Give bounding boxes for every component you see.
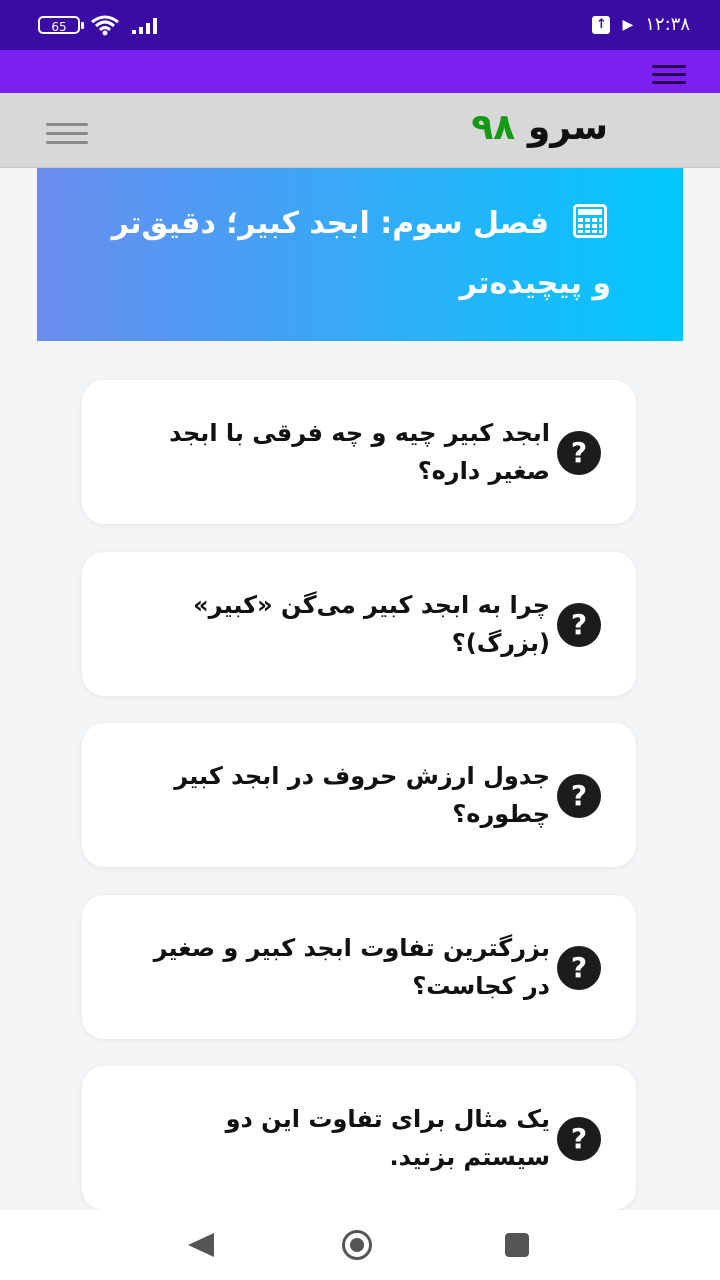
chapter-banner: فصل سوم: ابجد کبیر؛ دقیق‌تر و پیچیده‌تر <box>37 168 683 341</box>
svg-text:?: ? <box>571 436 587 469</box>
recents-icon[interactable] <box>505 1233 529 1257</box>
svg-text:?: ? <box>571 951 587 984</box>
question-card[interactable]: ? بزرگترین تفاوت ابجد کبیر و صغیر در کجا… <box>82 895 636 1039</box>
question-text: چرا به ابجد کبیر می‌گن «کبیر» (بزرگ)؟ <box>193 591 550 657</box>
battery-icon: 65 <box>38 16 84 34</box>
status-right: ↑ ▶ ۱۲:۳۸ <box>592 14 690 35</box>
app-header: سرو ۹۸ <box>0 93 720 168</box>
upload-icon: ↑ <box>592 15 611 34</box>
svg-text:?: ? <box>571 608 587 641</box>
svg-text:?: ? <box>571 779 587 812</box>
menu-icon[interactable] <box>652 60 686 89</box>
signal-icon <box>132 18 157 34</box>
home-icon[interactable] <box>342 1230 372 1260</box>
play-icon: ▶ <box>622 16 634 33</box>
system-nav-bar <box>0 1210 720 1280</box>
question-icon: ? <box>557 603 601 647</box>
question-icon: ? <box>557 1117 601 1161</box>
question-text: ابجد کبیر چیه و چه فرقی با ابجد صغیر دار… <box>169 419 550 485</box>
brand-word: سرو <box>527 107 608 148</box>
question-icon: ? <box>557 774 601 818</box>
question-text: بزرگترین تفاوت ابجد کبیر و صغیر در کجاست… <box>153 934 550 1000</box>
question-icon: ? <box>557 431 601 475</box>
hamburger-menu-icon[interactable] <box>46 117 88 150</box>
clock: ۱۲:۳۸ <box>645 14 690 35</box>
question-text: یک مثال برای تفاوت این دو سیستم بزنید. <box>225 1105 550 1171</box>
question-card[interactable]: ? چرا به ابجد کبیر می‌گن «کبیر» (بزرگ)؟ <box>82 552 636 696</box>
status-bar: 65 ↑ ▶ ۱۲:۳۸ <box>0 0 720 50</box>
top-menu-bar <box>0 50 720 93</box>
status-left: 65 <box>38 14 162 36</box>
brand-number: ۹۸ <box>471 107 516 148</box>
question-text: جدول ارزش حروف در ابجد کبیر چطوره؟ <box>174 762 550 828</box>
question-icon: ? <box>557 946 601 990</box>
question-card[interactable]: ? ابجد کبیر چیه و چه فرقی با ابجد صغیر د… <box>82 380 636 524</box>
back-icon[interactable] <box>188 1233 214 1257</box>
svg-text:?: ? <box>571 1122 587 1155</box>
question-card[interactable]: ? یک مثال برای تفاوت این دو سیستم بزنید. <box>82 1066 636 1210</box>
question-card[interactable]: ? جدول ارزش حروف در ابجد کبیر چطوره؟ <box>82 723 636 867</box>
chapter-title: فصل سوم: ابجد کبیر؛ دقیق‌تر و پیچیده‌تر <box>111 206 611 301</box>
wifi-icon <box>91 15 119 36</box>
brand-logo: سرو ۹۸ <box>471 107 608 148</box>
